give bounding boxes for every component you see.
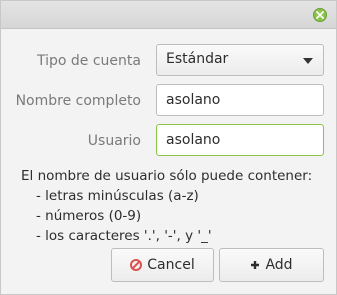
add-button-label: Add [265,257,293,273]
help-intro: El nombre de usuario sólo puede contener… [21,168,313,184]
add-button[interactable]: Add [219,248,324,282]
help-item: - letras minúsculas (a-z) [36,188,199,204]
add-user-dialog: Tipo de cuenta Estándar Nombre completo … [0,0,337,295]
plus-icon [251,261,260,269]
username-field[interactable] [156,124,324,156]
close-icon [316,11,324,19]
help-item: - números (0-9) [36,208,142,224]
full-name-field[interactable] [156,84,324,116]
cancel-icon [130,259,143,271]
cancel-button[interactable]: Cancel [111,248,214,282]
chevron-down-icon [303,58,313,64]
close-button[interactable] [313,8,327,22]
account-type-select[interactable]: Estándar [156,44,324,76]
title-bar [1,1,336,29]
full-name-label: Nombre completo [15,93,141,109]
username-label: Usuario [87,133,141,149]
username-help-text: El nombre de usuario sólo puede contener… [21,166,321,246]
account-type-label: Tipo de cuenta [37,53,141,69]
account-type-value: Estándar [166,51,229,67]
help-item: - los caracteres '.', '-', y '_' [36,228,212,244]
cancel-button-label: Cancel [147,257,195,273]
